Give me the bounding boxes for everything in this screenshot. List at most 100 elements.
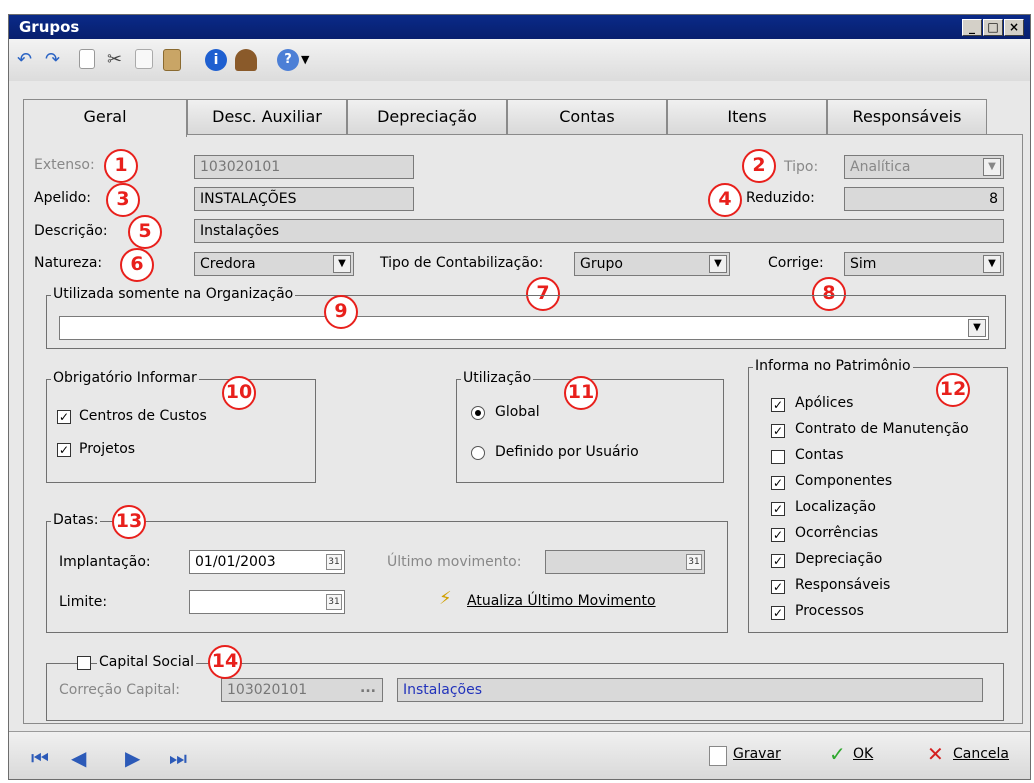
capital-social-checkbox[interactable]	[77, 656, 91, 670]
natureza-label: Natureza:	[34, 255, 103, 271]
correcao-capital-field[interactable]: 103020101...	[221, 678, 383, 702]
gravar-button[interactable]: Gravar	[733, 746, 781, 762]
tab-desc-auxiliar[interactable]: Desc. Auxiliar	[187, 99, 347, 135]
descricao-label: Descrição:	[34, 223, 108, 239]
global-radio[interactable]	[471, 406, 485, 420]
descricao-field[interactable]: Instalações	[194, 219, 1004, 243]
calendar-icon[interactable]: 31	[326, 594, 342, 610]
apolices-label: Apólices	[795, 395, 854, 411]
undo-icon[interactable]: ↶	[17, 49, 39, 71]
atualiza-ultimo-movimento-link[interactable]: Atualiza Último Movimento	[467, 593, 656, 609]
cut-icon[interactable]: ✂	[107, 49, 129, 71]
limite-label: Limite:	[59, 594, 108, 610]
responsaveis-checkbox[interactable]: ✓	[771, 580, 785, 594]
chevron-down-icon[interactable]: ▼	[968, 319, 986, 337]
contas-label: Contas	[795, 447, 844, 463]
help-icon[interactable]: ?	[277, 49, 299, 71]
localizacao-checkbox[interactable]: ✓	[771, 502, 785, 516]
contrato-manutencao-label: Contrato de Manutenção	[795, 421, 969, 437]
natureza-select[interactable]: Credora ▼	[194, 252, 354, 276]
extenso-field[interactable]: 103020101	[194, 155, 414, 179]
cancel-icon[interactable]: ✕	[927, 742, 944, 766]
depreciacao-checkbox[interactable]: ✓	[771, 554, 785, 568]
check-icon[interactable]: ✓	[829, 742, 846, 766]
responsaveis-label: Responsáveis	[795, 577, 891, 593]
previous-record-icon[interactable]: ◀	[71, 746, 86, 770]
tipo-contabilizacao-select[interactable]: Grupo ▼	[574, 252, 730, 276]
componentes-checkbox[interactable]: ✓	[771, 476, 785, 490]
reduzido-field[interactable]: 8	[844, 187, 1004, 211]
maximize-button[interactable]: □	[983, 19, 1003, 36]
help-dropdown-icon[interactable]: ▼	[301, 49, 323, 71]
correcao-capital-label: Correção Capital:	[59, 682, 181, 698]
obrigatorio-group: Obrigatório Informar ✓ Centros de Custos…	[46, 370, 316, 483]
ok-button[interactable]: OK	[853, 746, 873, 762]
projetos-checkbox[interactable]: ✓	[57, 443, 71, 457]
capital-social-group: Capital Social Correção Capital: 1030201…	[46, 654, 1004, 721]
ultimo-movimento-field[interactable]: 31	[545, 550, 705, 574]
new-document-icon[interactable]	[79, 49, 95, 69]
global-label: Global	[495, 404, 540, 420]
callout-5: 5	[128, 215, 162, 249]
minimize-button[interactable]: _	[962, 19, 982, 36]
redo-icon[interactable]: ↷	[45, 49, 67, 71]
callout-14: 14	[208, 645, 242, 679]
tab-responsaveis[interactable]: Responsáveis	[827, 99, 987, 135]
definido-usuario-radio[interactable]	[471, 446, 485, 460]
centros-custos-label: Centros de Custos	[79, 408, 207, 424]
callout-11: 11	[564, 376, 598, 410]
processos-checkbox[interactable]: ✓	[771, 606, 785, 620]
ocorrencias-checkbox[interactable]: ✓	[771, 528, 785, 542]
calendar-icon[interactable]: 31	[326, 554, 342, 570]
geral-panel: Extenso: 1 103020101 2 Tipo: Analítica ▼ …	[23, 134, 1023, 724]
last-record-icon[interactable]: ⏭	[169, 746, 187, 770]
implantacao-value: 01/01/2003	[195, 554, 276, 570]
chevron-down-icon[interactable]: ▼	[709, 255, 727, 273]
centros-custos-checkbox[interactable]: ✓	[57, 410, 71, 424]
limite-field[interactable]: 31	[189, 590, 345, 614]
natureza-value: Credora	[200, 256, 256, 272]
save-icon[interactable]	[709, 746, 727, 766]
corrige-select[interactable]: Sim ▼	[844, 252, 1004, 276]
organizacao-select[interactable]: ▼	[59, 316, 989, 340]
apolices-checkbox[interactable]: ✓	[771, 398, 785, 412]
contrato-manutencao-checkbox[interactable]: ✓	[771, 424, 785, 438]
tab-itens[interactable]: Itens	[667, 99, 827, 135]
datas-title: Datas:	[51, 512, 101, 528]
processos-label: Processos	[795, 603, 864, 619]
cancela-button[interactable]: Cancela	[953, 746, 1009, 762]
definido-usuario-label: Definido por Usuário	[495, 444, 639, 460]
tab-depreciacao[interactable]: Depreciação	[347, 99, 507, 135]
ellipsis-button[interactable]: ...	[360, 680, 376, 696]
chevron-down-icon[interactable]: ▼	[983, 158, 1001, 176]
patrimonio-title: Informa no Patrimônio	[753, 358, 913, 374]
localizacao-label: Localização	[795, 499, 876, 515]
apelido-label: Apelido:	[34, 190, 92, 206]
tipo-value: Analítica	[850, 159, 911, 175]
chevron-down-icon[interactable]: ▼	[333, 255, 351, 273]
callout-4: 4	[708, 183, 742, 217]
corrige-value: Sim	[850, 256, 877, 272]
next-record-icon[interactable]: ▶	[125, 746, 140, 770]
tab-geral[interactable]: Geral	[23, 99, 187, 137]
callout-2: 2	[742, 149, 776, 183]
user-icon[interactable]	[235, 49, 257, 71]
first-record-icon[interactable]: ⏮	[31, 746, 49, 770]
copy-icon[interactable]	[135, 49, 153, 69]
lightning-icon[interactable]: ⚡	[439, 588, 452, 609]
chevron-down-icon[interactable]: ▼	[983, 255, 1001, 273]
callout-13: 13	[112, 505, 146, 539]
apelido-field[interactable]: INSTALAÇÕES	[194, 187, 414, 211]
tab-contas[interactable]: Contas	[507, 99, 667, 135]
implantacao-field[interactable]: 01/01/2003 31	[189, 550, 345, 574]
obrigatorio-title: Obrigatório Informar	[51, 370, 199, 386]
paste-icon[interactable]	[163, 49, 181, 71]
contas-checkbox[interactable]	[771, 450, 785, 464]
calendar-icon[interactable]: 31	[686, 554, 702, 570]
correcao-capital-code: 103020101	[227, 682, 308, 698]
corrige-label: Corrige:	[768, 255, 824, 271]
callout-6: 6	[120, 248, 154, 282]
close-button[interactable]: ×	[1004, 19, 1024, 36]
tipo-select[interactable]: Analítica ▼	[844, 155, 1004, 179]
info-icon[interactable]: i	[205, 49, 227, 71]
